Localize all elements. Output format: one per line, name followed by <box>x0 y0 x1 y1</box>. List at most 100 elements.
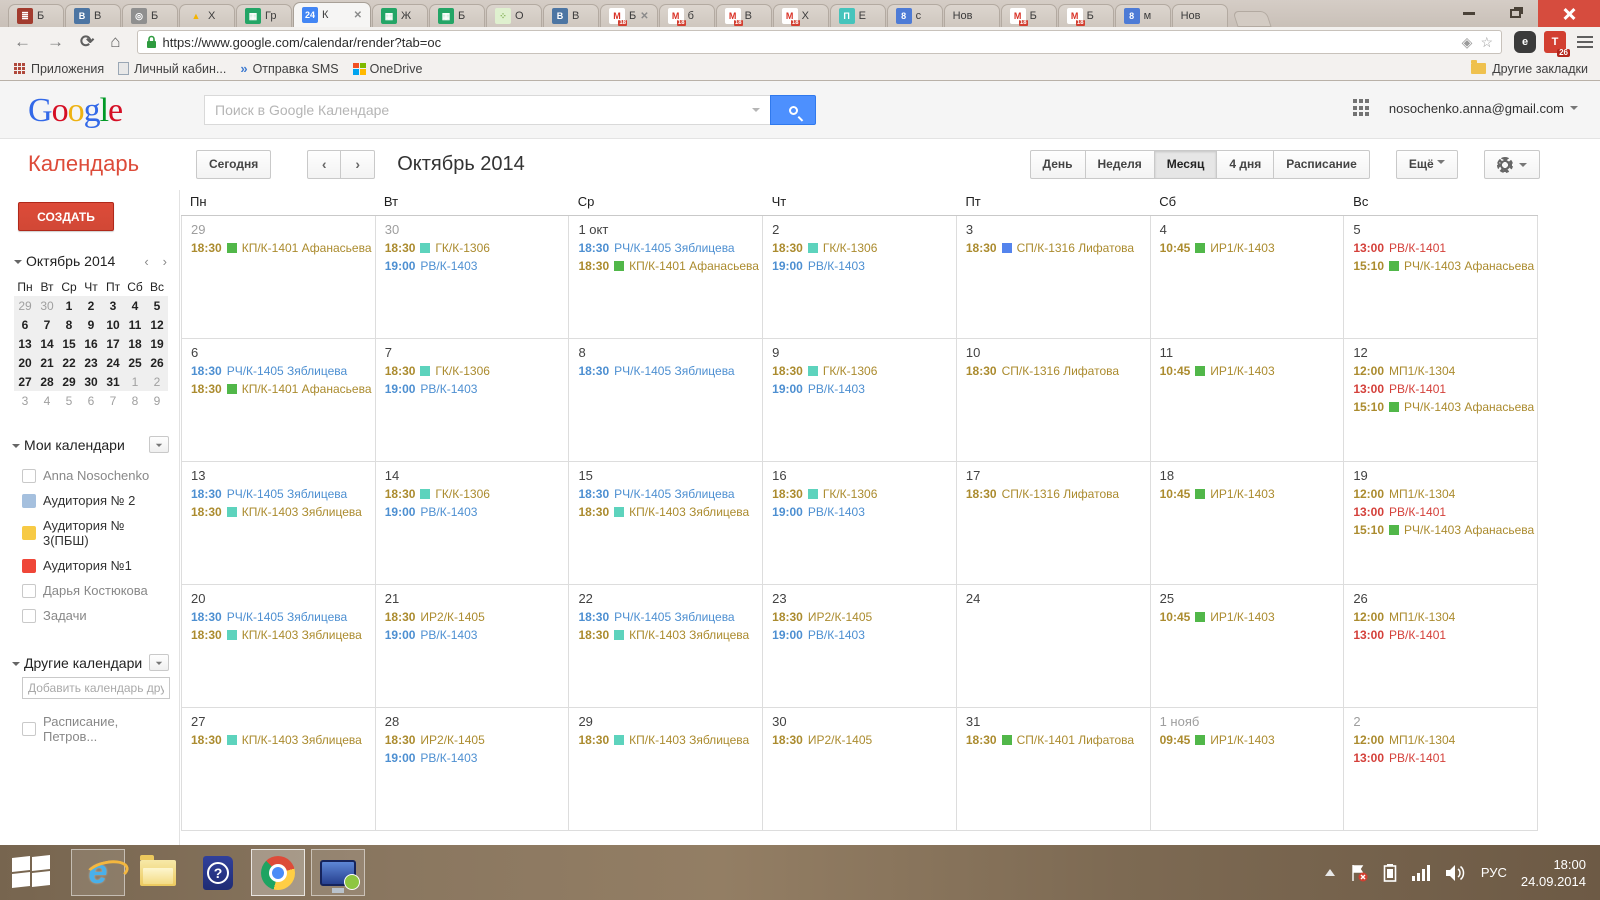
calendar-list-item[interactable]: Аудитория №1 <box>12 553 169 578</box>
calendar-event[interactable]: 18:30СП/К-1316 Лифатова <box>966 240 1148 257</box>
address-bar[interactable]: https://www.google.com/calendar/render?t… <box>137 30 1502 54</box>
browser-tab[interactable]: ВВ <box>65 4 121 27</box>
mini-day[interactable]: 6 <box>80 391 102 410</box>
calendar-list-item[interactable]: Задачи <box>12 603 169 628</box>
calendar-list-item[interactable]: Anna Nosochenko <box>12 463 169 488</box>
settings-button[interactable] <box>1484 150 1540 179</box>
mini-day[interactable]: 30 <box>80 372 102 391</box>
day-cell[interactable]: 318:30СП/К-1316 Лифатова <box>957 216 1151 338</box>
bookmark-star-icon[interactable]: ☆ <box>1480 34 1493 51</box>
calendar-event[interactable]: 18:30КП/К-1403 Зяблицева <box>191 504 373 521</box>
calendar-list-item[interactable]: Аудитория № 2 <box>12 488 169 513</box>
close-window-button[interactable] <box>1538 0 1600 27</box>
calendar-search-input[interactable] <box>204 95 770 125</box>
view-button-Расписание[interactable]: Расписание <box>1274 150 1370 179</box>
day-cell[interactable]: 2510:45ИР1/К-1403 <box>1151 585 1345 707</box>
collapse-triangle-icon[interactable] <box>12 444 20 452</box>
day-cell[interactable]: 3018:30ИР2/К-1405 <box>763 708 957 830</box>
mini-day[interactable]: 13 <box>14 334 36 353</box>
calendar-event[interactable]: 18:30РЧ/К-1405 Зяблицева <box>578 486 760 503</box>
calendar-event[interactable]: 18:30РЧ/К-1405 Зяблицева <box>578 363 760 380</box>
mini-day[interactable]: 4 <box>36 391 58 410</box>
calendar-event[interactable]: 19:00РВ/К-1403 <box>385 258 567 275</box>
mini-day[interactable]: 3 <box>102 296 124 315</box>
calendar-event[interactable]: 18:30КП/К-1403 Зяблицева <box>578 732 760 749</box>
browser-tab[interactable]: M18В <box>716 4 772 27</box>
mini-day[interactable]: 17 <box>102 334 124 353</box>
calendar-event[interactable]: 10:45ИР1/К-1403 <box>1160 609 1342 626</box>
mini-day[interactable]: 20 <box>14 353 36 372</box>
mini-day[interactable]: 5 <box>146 296 168 315</box>
day-cell[interactable]: 410:45ИР1/К-1403 <box>1151 216 1345 338</box>
calendar-event[interactable]: 18:30ГК/К-1306 <box>772 363 954 380</box>
calendar-event[interactable]: 18:30РЧ/К-1405 Зяблицева <box>191 486 373 503</box>
day-cell[interactable]: 2818:30ИР2/К-140519:00РВ/К-1403 <box>376 708 570 830</box>
mini-prev-button[interactable]: ‹ <box>144 254 148 269</box>
view-button-Месяц[interactable]: Месяц <box>1155 150 1218 179</box>
add-friend-calendar-input[interactable] <box>22 677 170 699</box>
taskbar-clock[interactable]: 18:00 24.09.2014 <box>1521 856 1586 890</box>
calendar-event[interactable]: 12:00МП1/К-1304 <box>1353 609 1535 626</box>
day-cell[interactable]: 1212:00МП1/К-130413:00РВ/К-140115:10РЧ/К… <box>1344 339 1538 461</box>
mini-day[interactable]: 16 <box>80 334 102 353</box>
calendar-event[interactable]: 19:00РВ/К-1403 <box>385 504 567 521</box>
calendar-event[interactable]: 19:00РВ/К-1403 <box>772 258 954 275</box>
mini-day[interactable]: 7 <box>102 391 124 410</box>
browser-tab[interactable]: ПЕ <box>830 4 886 27</box>
calendar-event[interactable]: 12:00МП1/К-1304 <box>1353 486 1535 503</box>
bookmark-item[interactable]: Личный кабин... <box>118 62 226 76</box>
mini-day[interactable]: 7 <box>36 315 58 334</box>
mini-day[interactable]: 18 <box>124 334 146 353</box>
start-button[interactable] <box>12 856 54 890</box>
home-button[interactable]: ⌂ <box>102 27 128 57</box>
day-cell[interactable]: 1 окт18:30РЧ/К-1405 Зяблицева18:30КП/К-1… <box>569 216 763 338</box>
bookmark-item[interactable]: OneDrive <box>353 62 423 76</box>
rdp-taskbar-icon[interactable] <box>311 849 365 896</box>
calendar-event[interactable]: 19:00РВ/К-1403 <box>385 627 567 644</box>
mini-day[interactable]: 22 <box>58 353 80 372</box>
calendar-event[interactable]: 19:00РВ/К-1403 <box>772 381 954 398</box>
browser-tab[interactable]: ◎Б <box>122 4 178 27</box>
mini-day[interactable]: 2 <box>80 296 102 315</box>
today-button[interactable]: Сегодня <box>196 150 271 179</box>
mini-day[interactable]: 11 <box>124 315 146 334</box>
mini-day[interactable]: 21 <box>36 353 58 372</box>
browser-tab[interactable]: 8с <box>887 4 943 27</box>
day-cell[interactable]: 2918:30КП/К-1401 Афанасьева <box>181 216 376 338</box>
mini-day[interactable]: 9 <box>146 391 168 410</box>
minimize-button[interactable] <box>1446 0 1492 27</box>
day-cell[interactable]: 3018:30ГК/К-130619:00РВ/К-1403 <box>376 216 570 338</box>
day-cell[interactable]: 1418:30ГК/К-130619:00РВ/К-1403 <box>376 462 570 584</box>
calendar-event[interactable]: 18:30ГК/К-1306 <box>385 363 567 380</box>
tj-extension-icon[interactable]: Т 26 <box>1544 31 1566 53</box>
tray-expand-icon[interactable] <box>1325 864 1335 876</box>
volume-icon[interactable] <box>1445 864 1467 882</box>
calendar-event[interactable]: 18:30КП/К-1403 Зяблицева <box>191 732 373 749</box>
browser-tab[interactable]: M18б <box>659 4 715 27</box>
bookmark-item[interactable]: Приложения <box>14 62 104 76</box>
browser-tab[interactable]: ВВ <box>543 4 599 27</box>
next-month-button[interactable]: › <box>341 150 375 179</box>
mini-day[interactable]: 8 <box>58 315 80 334</box>
mini-day[interactable]: 24 <box>102 353 124 372</box>
calendar-event[interactable]: 10:45ИР1/К-1403 <box>1160 240 1342 257</box>
browser-tab[interactable]: ▲Х <box>179 4 235 27</box>
day-cell[interactable]: 818:30РЧ/К-1405 Зяблицева <box>569 339 763 461</box>
browser-tab[interactable]: ⁘О <box>486 4 542 27</box>
browser-tab[interactable]: ▦Гр <box>236 4 292 27</box>
calendar-event[interactable]: 18:30КП/К-1401 Афанасьева <box>191 381 373 398</box>
mini-day[interactable]: 25 <box>124 353 146 372</box>
google-apps-grid-icon[interactable] <box>1353 99 1371 117</box>
day-cell[interactable]: 2018:30РЧ/К-1405 Зяблицева18:30КП/К-1403… <box>181 585 376 707</box>
calendar-event[interactable]: 13:00РВ/К-1401 <box>1353 381 1535 398</box>
day-cell[interactable]: 513:00РВ/К-140115:10РЧ/К-1403 Афанасьева <box>1344 216 1538 338</box>
day-cell[interactable]: 3118:30СП/К-1401 Лифатова <box>957 708 1151 830</box>
prev-month-button[interactable]: ‹ <box>307 150 341 179</box>
explorer-taskbar-icon[interactable] <box>131 849 185 896</box>
day-cell[interactable]: 2118:30ИР2/К-140519:00РВ/К-1403 <box>376 585 570 707</box>
day-cell[interactable]: 2218:30РЧ/К-1405 Зяблицева18:30КП/К-1403… <box>569 585 763 707</box>
view-button-День[interactable]: День <box>1030 150 1086 179</box>
browser-tab[interactable]: 24К✕ <box>293 2 371 27</box>
chrome-menu-button[interactable] <box>1574 31 1596 53</box>
browser-tab[interactable]: ≣Б <box>8 4 64 27</box>
